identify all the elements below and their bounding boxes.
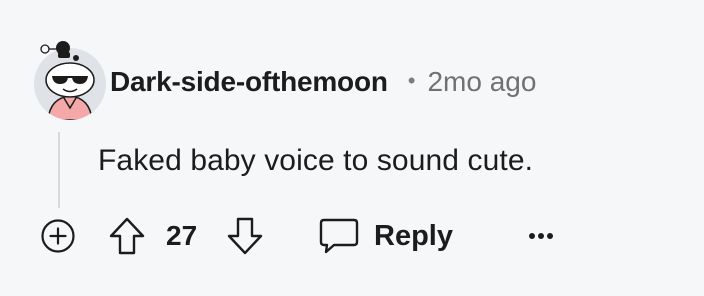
username-link[interactable]: Dark-side-ofthemoon	[110, 66, 388, 98]
expand-thread-button[interactable]	[40, 218, 76, 254]
reply-label: Reply	[374, 219, 453, 252]
separator-dot: •	[407, 68, 416, 93]
arrow-down-icon	[227, 217, 263, 255]
comment: Dark-side-ofthemoon • 2mo ago Faked baby…	[0, 0, 704, 296]
speech-bubble-icon	[319, 218, 359, 254]
arrow-up-icon	[109, 217, 145, 255]
more-options-button[interactable]	[526, 222, 556, 250]
comment-text: Faked baby voice to sound cute.	[98, 144, 534, 177]
plus-circle-icon	[41, 219, 75, 253]
vote-count: 27	[166, 220, 198, 251]
comment-actions: 27 Reply	[0, 212, 704, 262]
comment-header: Dark-side-ofthemoon • 2mo ago	[110, 64, 536, 100]
timestamp[interactable]: 2mo ago	[427, 66, 536, 98]
avatar[interactable]	[30, 38, 108, 120]
snoo-avatar-icon	[34, 41, 106, 120]
downvote-button[interactable]	[226, 216, 264, 256]
ellipsis-icon	[529, 233, 553, 239]
reply-button[interactable]: Reply	[318, 214, 453, 258]
thread-line[interactable]	[58, 132, 60, 208]
upvote-button[interactable]	[108, 216, 146, 256]
